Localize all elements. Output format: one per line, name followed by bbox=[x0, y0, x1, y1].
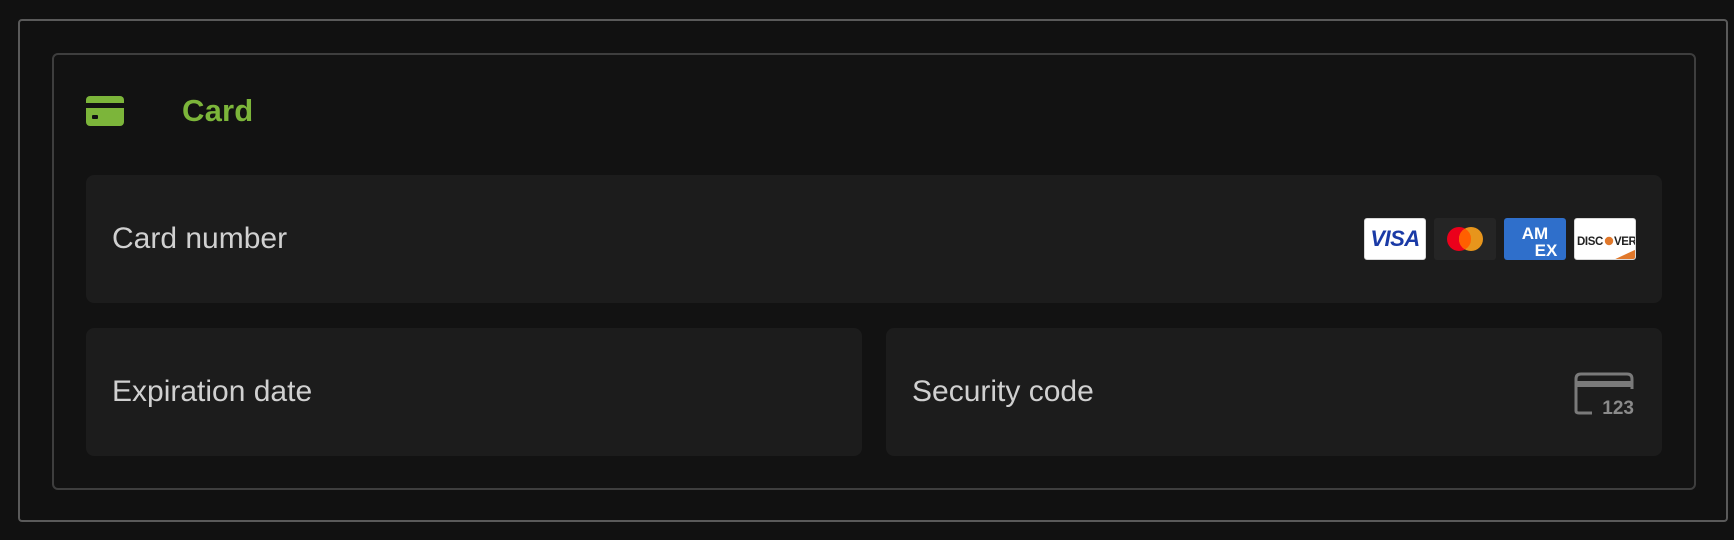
expiration-date-field[interactable]: Expiration date bbox=[86, 328, 862, 456]
svg-text:EX: EX bbox=[1535, 241, 1558, 260]
svg-text:DISC: DISC bbox=[1577, 236, 1603, 248]
amex-logo-icon: AM EX bbox=[1504, 218, 1566, 260]
discover-logo-icon: DISC VER bbox=[1574, 218, 1636, 260]
expiration-date-label: Expiration date bbox=[112, 375, 313, 408]
svg-text:VER: VER bbox=[1614, 236, 1636, 248]
security-code-field[interactable]: Security code 123 bbox=[886, 328, 1662, 456]
visa-logo-text: VISA bbox=[1370, 226, 1420, 251]
cvc-digits: 123 bbox=[1602, 398, 1634, 417]
card-brand-logos: VISA AM EX DISC VER bbox=[1364, 218, 1636, 260]
section-header[interactable]: Card bbox=[86, 89, 253, 133]
section-title: Card bbox=[182, 93, 254, 128]
visa-logo-icon: VISA bbox=[1364, 218, 1426, 260]
security-code-label: Security code bbox=[912, 375, 1094, 408]
cvc-card-icon: 123 bbox=[1574, 372, 1634, 417]
mastercard-logo-icon bbox=[1434, 218, 1496, 260]
credit-card-icon bbox=[86, 96, 124, 126]
card-number-label: Card number bbox=[112, 222, 288, 255]
card-number-field[interactable]: Card number VISA AM EX DISC VER bbox=[86, 175, 1662, 303]
